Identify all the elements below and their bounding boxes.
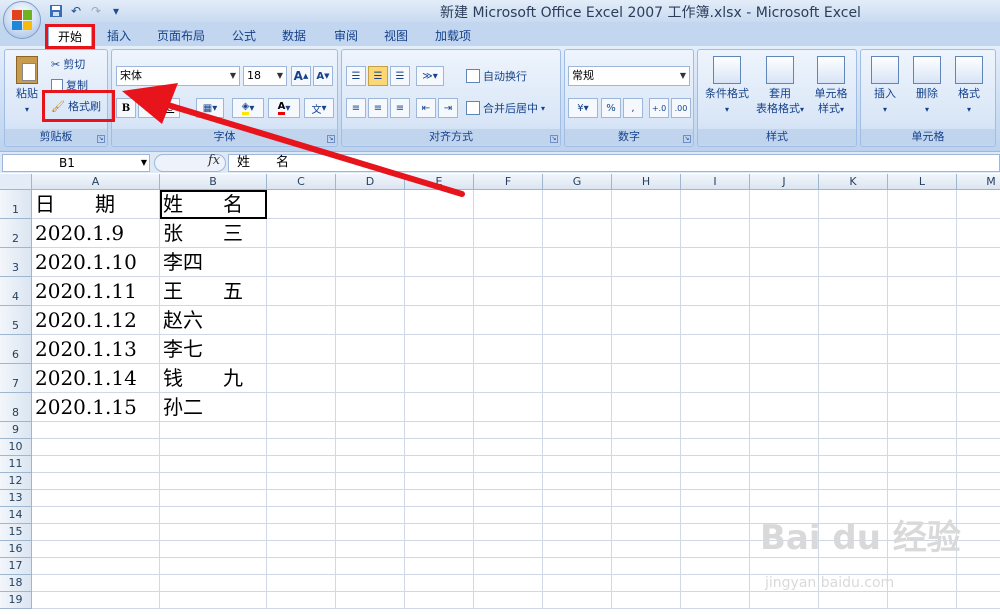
red-arrow-annotation: [122, 83, 465, 197]
arrow-shaft: [145, 96, 465, 197]
arrow-head: [122, 83, 178, 124]
